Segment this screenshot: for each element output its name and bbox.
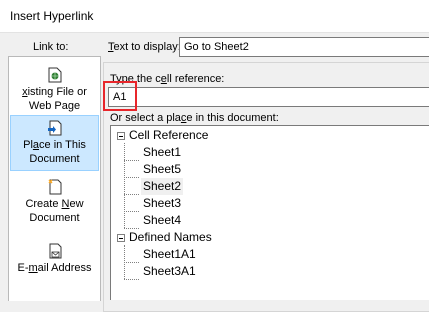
tree-item-sheet3[interactable]: Sheet3 <box>143 195 181 212</box>
link-create-new-document-button[interactable]: Create New Document <box>10 179 99 225</box>
text-to-display-label: Text to display: <box>108 41 181 53</box>
tree-item-sheet1[interactable]: Sheet1 <box>143 144 181 161</box>
link-existing-file-button[interactable]: xisting File or Web Page <box>10 67 99 113</box>
link-place-in-document-button[interactable]: Place in This Document <box>10 115 99 171</box>
cell-reference-input[interactable]: A1 <box>108 87 429 107</box>
new-document-icon <box>47 179 61 195</box>
dialog-title: Insert Hyperlink <box>10 9 94 23</box>
link-to-label: Link to: <box>33 41 69 53</box>
collapse-defined-names-icon[interactable] <box>117 234 125 242</box>
tree-item-sheet3a1[interactable]: Sheet3A1 <box>143 263 196 280</box>
tree-item-sheet1a1[interactable]: Sheet1A1 <box>143 246 196 263</box>
tree-item-sheet4[interactable]: Sheet4 <box>143 212 181 229</box>
text-to-display-input[interactable]: Go to Sheet2 <box>179 37 429 57</box>
tree-group-cell-reference[interactable]: Cell Reference <box>129 127 208 144</box>
title-bar: Insert Hyperlink <box>0 0 429 33</box>
existing-file-icon <box>48 67 61 83</box>
link-email-address-button[interactable]: E-mail Address <box>10 243 99 275</box>
tree-group-defined-names[interactable]: Defined Names <box>129 229 212 246</box>
tree-item-sheet5[interactable]: Sheet5 <box>143 161 181 178</box>
document-place-tree[interactable]: Cell Reference Sheet1 Sheet5 Sheet2 Shee… <box>110 125 429 300</box>
place-in-document-icon <box>47 120 61 136</box>
place-in-document-label: Or select a place in this document: <box>110 112 279 124</box>
tree-item-sheet2[interactable]: Sheet2 <box>141 178 184 195</box>
tree-guide-line <box>124 143 125 228</box>
link-to-bar: xisting File or Web Page Place in This D… <box>8 56 101 301</box>
highlight-annotation <box>103 81 137 111</box>
email-icon <box>49 243 61 259</box>
collapse-cell-reference-icon[interactable] <box>117 132 125 140</box>
